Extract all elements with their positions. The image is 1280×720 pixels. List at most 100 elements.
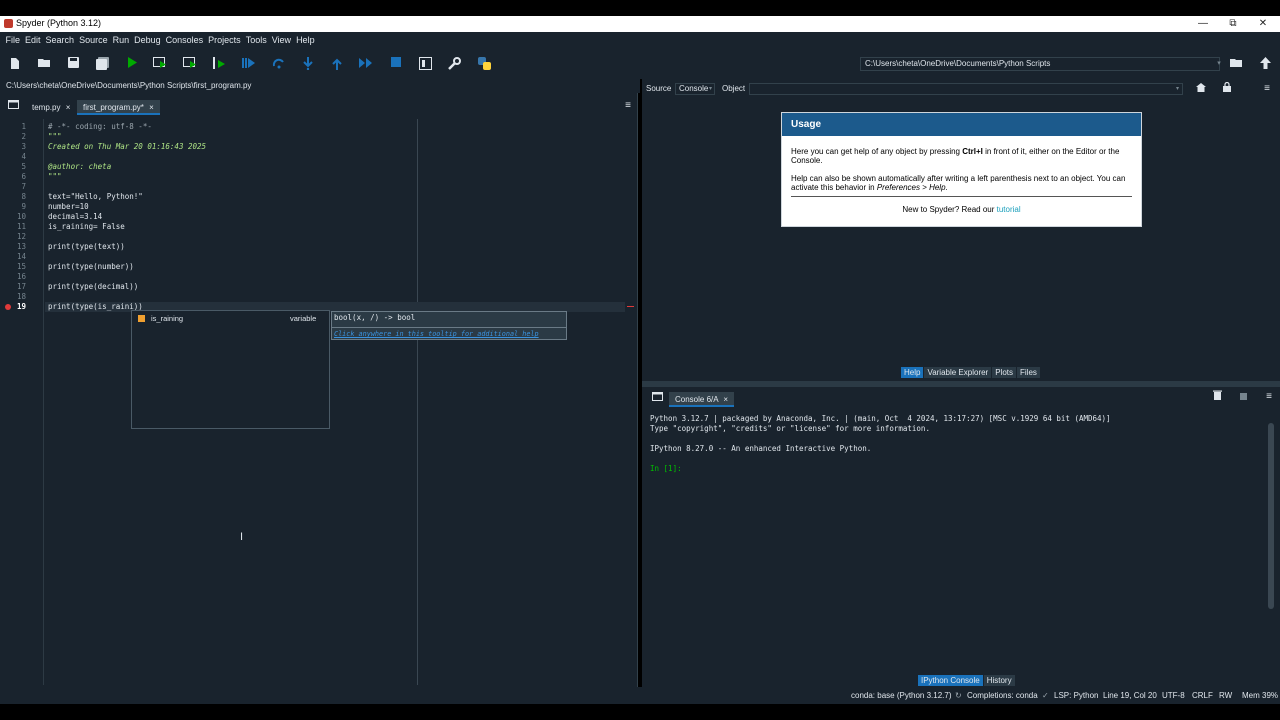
autocomplete-item[interactable]: is_raining variable [133, 313, 328, 324]
line-number[interactable]: 14 [0, 252, 26, 261]
tab-help[interactable]: Help [901, 367, 924, 378]
new-file-icon[interactable] [8, 57, 22, 71]
console-options-menu-icon[interactable]: ≡ [1262, 390, 1276, 404]
line-number[interactable]: 9 [0, 202, 26, 211]
debug-step-into-icon[interactable] [301, 57, 315, 71]
open-file-icon[interactable] [37, 57, 51, 71]
console-scrollbar[interactable] [1268, 423, 1274, 609]
menu-consoles[interactable]: Consoles [163, 32, 206, 49]
console-output-line: Python 3.12.7 | packaged by Anaconda, In… [650, 414, 1111, 423]
status-completions[interactable]: Completions: conda [967, 687, 1038, 704]
save-all-icon[interactable] [95, 57, 109, 71]
save-icon[interactable] [66, 57, 80, 71]
home-icon[interactable] [1194, 82, 1208, 96]
line-number-gutter[interactable]: 1 2 3 4 5 6 7 8 9 10 11 12 13 14 15 16 17 18 19 [0, 119, 44, 685]
line-number[interactable]: 17 [0, 282, 26, 291]
line-number[interactable]: 12 [0, 232, 26, 241]
tab-close-icon[interactable]: × [66, 103, 71, 112]
code-line: print(type(number)) [48, 262, 134, 271]
parent-directory-icon[interactable] [1258, 57, 1272, 71]
line-number[interactable]: 3 [0, 142, 26, 151]
working-directory-dropdown-icon[interactable]: ▾ [1212, 57, 1226, 71]
code-line: """ [48, 172, 62, 181]
menu-tools[interactable]: Tools [243, 32, 269, 49]
console-output[interactable]: Python 3.12.7 | packaged by Anaconda, In… [644, 409, 1264, 669]
line-number[interactable]: 16 [0, 272, 26, 281]
tab-first-program-py[interactable]: first_program.py* × [77, 100, 160, 115]
tab-variable-explorer[interactable]: Variable Explorer [924, 367, 992, 378]
browse-console-tabs-icon[interactable] [650, 391, 664, 405]
menu-file[interactable]: File [3, 32, 23, 49]
menu-help[interactable]: Help [294, 32, 318, 49]
python-path-manager-icon[interactable] [477, 57, 491, 71]
tutorial-link[interactable]: tutorial [997, 205, 1021, 214]
interrupt-kernel-icon[interactable] [1236, 390, 1250, 404]
run-cell-advance-icon[interactable] [183, 57, 197, 71]
status-memory: Mem 39% [1242, 691, 1279, 700]
run-icon[interactable] [125, 57, 139, 71]
tab-close-icon[interactable]: × [723, 395, 728, 404]
debug-step-over-icon[interactable] [272, 57, 286, 71]
clear-console-trash-icon[interactable] [1210, 390, 1224, 404]
tab-plots[interactable]: Plots [992, 367, 1017, 378]
line-number[interactable]: 7 [0, 182, 26, 191]
menu-run[interactable]: Run [110, 32, 132, 49]
status-cursor-position: Line 19, Col 20 [1103, 691, 1157, 700]
minimize-button[interactable]: — [1188, 16, 1218, 32]
maximize-pane-icon[interactable] [418, 57, 432, 71]
run-selection-icon[interactable] [212, 57, 226, 71]
line-number[interactable]: 11 [0, 222, 26, 231]
browse-tabs-icon[interactable] [6, 99, 20, 113]
line-number[interactable]: 18 [0, 292, 26, 301]
browse-folder-icon[interactable] [1229, 57, 1243, 71]
editor-options-menu-icon[interactable]: ≡ [621, 99, 635, 113]
tab-ipython-console[interactable]: IPython Console [918, 675, 983, 686]
help-pane-tabs: Help Variable Explorer Plots Files [901, 367, 1041, 378]
line-number[interactable]: 1 [0, 122, 26, 131]
source-select-value: Console [679, 84, 709, 93]
line-number[interactable]: 15 [0, 262, 26, 271]
restore-button[interactable]: ⧉ [1218, 16, 1248, 32]
usage-paragraph-2: Help can also be shown automatically aft… [791, 174, 1126, 192]
menu-projects[interactable]: Projects [206, 32, 244, 49]
source-select[interactable]: Console ▾ [675, 83, 715, 95]
breakpoint-marker-icon[interactable] [5, 304, 11, 310]
debug-file-icon[interactable] [242, 57, 256, 71]
menu-edit[interactable]: Edit [23, 32, 44, 49]
tab-files[interactable]: Files [1017, 367, 1040, 378]
autocomplete-popup: is_raining variable [131, 310, 330, 429]
debug-step-out-icon[interactable] [330, 57, 344, 71]
tab-console-6a[interactable]: Console 6/A × [669, 392, 735, 407]
line-number[interactable]: 4 [0, 152, 26, 161]
console-output-line: IPython 8.27.0 -- An enhanced Interactiv… [650, 444, 872, 453]
menu-debug[interactable]: Debug [132, 32, 164, 49]
status-permissions: RW [1219, 691, 1233, 700]
preferences-wrench-icon[interactable] [447, 57, 461, 71]
object-input[interactable]: ▾ [749, 83, 1183, 95]
line-number[interactable]: 13 [0, 242, 26, 251]
tab-history[interactable]: History [983, 675, 1015, 686]
tab-close-icon[interactable]: × [149, 103, 154, 112]
line-number[interactable]: 19 [0, 302, 26, 311]
close-button[interactable]: ✕ [1248, 16, 1278, 32]
working-directory-input[interactable]: C:\Users\cheta\OneDrive\Documents\Python… [860, 57, 1220, 71]
debug-continue-icon[interactable] [359, 57, 373, 71]
line-number[interactable]: 6 [0, 172, 26, 181]
menu-view[interactable]: View [269, 32, 293, 49]
line-number[interactable]: 5 [0, 162, 26, 171]
line-number[interactable]: 8 [0, 192, 26, 201]
tab-temp-py[interactable]: temp.py × [26, 100, 76, 115]
menu-search[interactable]: Search [43, 32, 77, 49]
help-options-menu-icon[interactable]: ≡ [1260, 82, 1274, 96]
status-conda-env[interactable]: conda: base (Python 3.12.7) [851, 687, 952, 704]
menu-source[interactable]: Source [77, 32, 111, 49]
calltip-tooltip[interactable]: bool(x, /) -> bool Click anywhere in thi… [331, 311, 567, 340]
status-lsp[interactable]: LSP: Python [1054, 687, 1098, 704]
line-number[interactable]: 10 [0, 212, 26, 221]
line-number[interactable]: 2 [0, 132, 26, 141]
lock-icon[interactable] [1220, 81, 1234, 96]
debug-stop-icon[interactable] [389, 57, 403, 71]
run-cell-icon[interactable] [153, 57, 167, 71]
calltip-hint-link[interactable]: Click anywhere in this tooltip for addit… [334, 330, 566, 338]
code-line: @author: cheta [48, 162, 112, 171]
